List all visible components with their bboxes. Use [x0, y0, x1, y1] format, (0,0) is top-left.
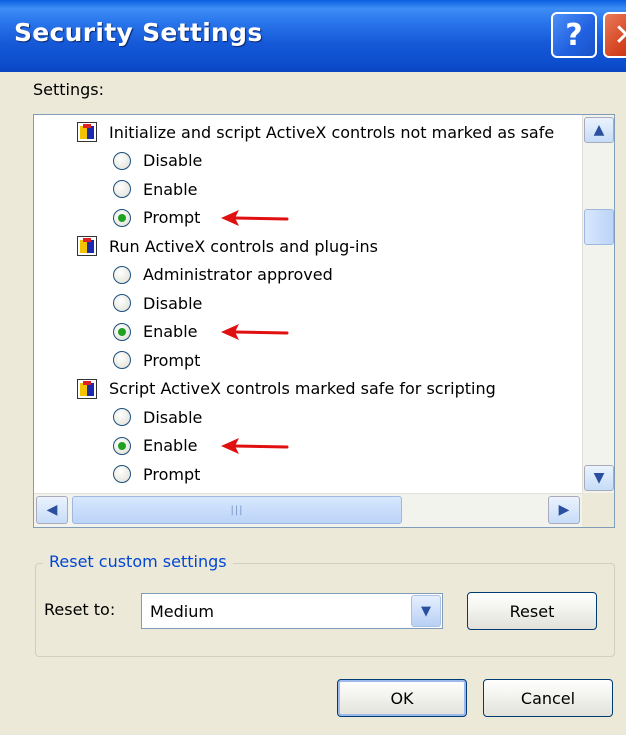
setting-option[interactable]: Disable: [113, 290, 202, 316]
annotation-arrow: [221, 437, 289, 454]
horizontal-scrollbar[interactable]: ◀ ||| ▶: [34, 493, 582, 527]
annotation-arrow: [221, 323, 289, 340]
vertical-scrollbar[interactable]: ▲ ▼: [582, 115, 614, 493]
scrollbar-corner: [582, 493, 614, 527]
setting-option[interactable]: Administrator approved: [113, 262, 333, 288]
setting-option-label: Administrator approved: [143, 265, 333, 284]
setting-option-label: Disable: [143, 151, 203, 170]
dropdown-value: Medium: [150, 602, 214, 621]
radio-button[interactable]: [113, 151, 131, 170]
dropdown-button[interactable]: ▼: [411, 595, 441, 627]
radio-button[interactable]: [113, 436, 131, 455]
chevron-right-icon: ▶: [558, 502, 570, 518]
cancel-button[interactable]: Cancel: [483, 679, 613, 717]
close-button[interactable]: ✕: [603, 12, 626, 58]
chevron-left-icon: ◀: [46, 502, 58, 518]
setting-option-label: Enable: [143, 436, 198, 455]
chevron-up-icon: ▲: [593, 122, 605, 138]
annotation-arrow: [221, 209, 289, 226]
horizontal-scroll-thumb[interactable]: |||: [72, 496, 402, 524]
cancel-button-label: Cancel: [520, 688, 576, 708]
vertical-scroll-thumb[interactable]: [584, 209, 614, 245]
settings-listbox[interactable]: Initialize and script ActiveX controls n…: [33, 114, 615, 528]
security-settings-window: Security Settings ? ✕ Settings: Initiali…: [0, 0, 626, 735]
scroll-right-button[interactable]: ▶: [548, 496, 580, 524]
setting-option-label: Prompt: [143, 350, 201, 370]
setting-option-label: Prompt: [143, 208, 201, 227]
chevron-down-icon: ▼: [593, 470, 605, 486]
radio-button[interactable]: [113, 180, 131, 198]
scroll-left-button[interactable]: ◀: [36, 496, 68, 524]
setting-option[interactable]: Enable: [113, 319, 198, 345]
setting-option[interactable]: Disable: [113, 404, 202, 430]
close-icon: ✕: [613, 17, 626, 53]
settings-label: Settings:: [33, 80, 105, 99]
setting-category-label: Script ActiveX controls marked safe for …: [109, 379, 496, 398]
setting-category: Initialize and script ActiveX controls n…: [77, 119, 554, 145]
radio-button[interactable]: [113, 322, 131, 341]
setting-category: Run ActiveX controls and plug-ins: [77, 233, 378, 259]
setting-category-icon: [77, 378, 97, 399]
radio-button[interactable]: [113, 465, 131, 483]
setting-category-label: Initialize and script ActiveX controls n…: [109, 122, 555, 142]
setting-option[interactable]: Disable: [113, 148, 202, 174]
title-bar[interactable]: Security Settings ? ✕: [0, 0, 626, 72]
setting-option[interactable]: Enable: [113, 433, 198, 459]
radio-button[interactable]: [113, 294, 131, 312]
setting-option[interactable]: Prompt: [113, 347, 200, 373]
grip-icon: |||: [230, 504, 244, 516]
reset-button-label: Reset: [509, 601, 555, 621]
setting-category: Script ActiveX controls marked safe for …: [77, 376, 496, 402]
reset-button[interactable]: Reset: [467, 592, 597, 630]
ok-button-label: OK: [390, 688, 414, 708]
reset-group-title: Reset custom settings: [43, 552, 233, 571]
reset-level-dropdown[interactable]: Medium ▼: [141, 593, 443, 629]
settings-list: Initialize and script ActiveX controls n…: [34, 115, 582, 493]
setting-category-icon: [77, 236, 97, 256]
setting-option[interactable]: Prompt: [113, 461, 200, 487]
scroll-up-button[interactable]: ▲: [584, 117, 614, 143]
radio-button[interactable]: [113, 208, 131, 227]
ok-button[interactable]: OK: [337, 679, 467, 717]
help-icon: ?: [565, 17, 583, 53]
help-button[interactable]: ?: [551, 12, 597, 58]
setting-option-label: Prompt: [143, 464, 201, 484]
setting-category-label: Run ActiveX controls and plug-ins: [109, 236, 378, 256]
setting-option[interactable]: Prompt: [113, 205, 200, 231]
scroll-down-button[interactable]: ▼: [584, 465, 614, 491]
setting-option[interactable]: Enable: [113, 176, 198, 202]
setting-option-label: Disable: [143, 293, 203, 313]
radio-button[interactable]: [113, 408, 131, 426]
setting-option-label: Disable: [143, 407, 203, 427]
chevron-down-icon: ▼: [421, 603, 431, 619]
setting-option-label: Enable: [143, 322, 198, 341]
window-title: Security Settings: [14, 18, 263, 47]
reset-to-label: Reset to:: [44, 600, 116, 619]
setting-category-icon: [77, 122, 97, 142]
setting-option-label: Enable: [143, 179, 198, 199]
radio-button[interactable]: [113, 265, 131, 284]
radio-button[interactable]: [113, 351, 131, 369]
